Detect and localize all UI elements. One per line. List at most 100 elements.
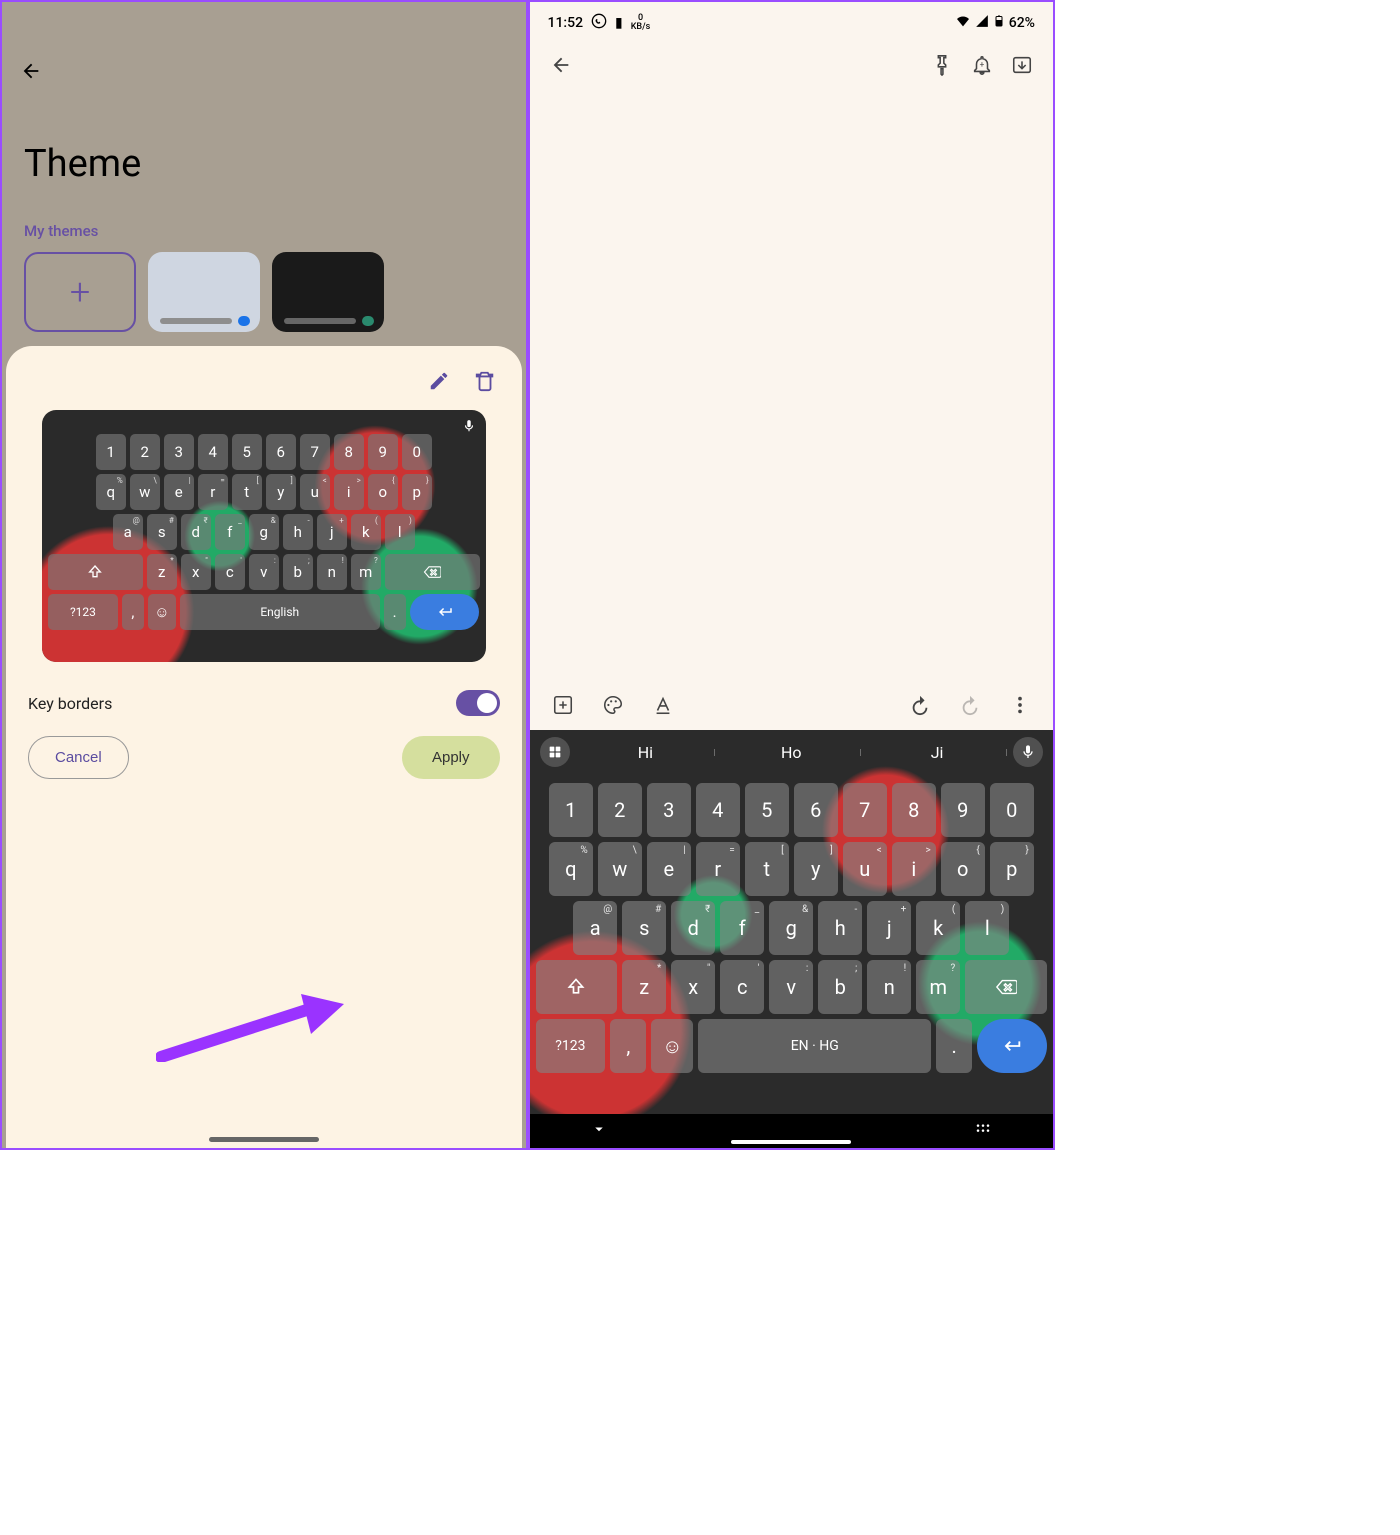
text-format-icon[interactable] [652, 694, 674, 720]
key-v[interactable]: v: [249, 554, 279, 590]
key-r[interactable]: r= [198, 474, 228, 510]
emoji-key[interactable]: ☺ [651, 1019, 693, 1073]
key-8[interactable]: 8 [892, 783, 936, 837]
nav-keyboard-icon[interactable] [973, 1119, 993, 1143]
key-1[interactable]: 1 [96, 434, 126, 470]
key-n[interactable]: n! [317, 554, 347, 590]
space-key[interactable]: EN · HG [698, 1019, 931, 1073]
key-d[interactable]: d₹ [181, 514, 211, 550]
key-3[interactable]: 3 [164, 434, 194, 470]
key-0[interactable]: 0 [402, 434, 432, 470]
theme-dark[interactable] [272, 252, 384, 332]
suggestion-3[interactable]: Ji [867, 743, 1007, 762]
shift-key[interactable] [536, 960, 618, 1014]
key-d[interactable]: d₹ [671, 901, 715, 955]
key-s[interactable]: s# [622, 901, 666, 955]
backspace-key[interactable] [385, 554, 480, 590]
shift-key[interactable] [48, 554, 143, 590]
key-m[interactable]: m? [351, 554, 381, 590]
key-i[interactable]: i> [892, 842, 936, 896]
key-q[interactable]: q% [549, 842, 593, 896]
back-button[interactable] [20, 60, 42, 82]
key-8[interactable]: 8 [334, 434, 364, 470]
emoji-key[interactable]: ☺ [148, 594, 176, 630]
key-1[interactable]: 1 [549, 783, 593, 837]
key-f[interactable]: f_ [720, 901, 764, 955]
key-l[interactable]: l) [385, 514, 415, 550]
key-y[interactable]: y] [794, 842, 838, 896]
key-w[interactable]: w\ [130, 474, 160, 510]
key-i[interactable]: i> [334, 474, 364, 510]
key-m[interactable]: m? [916, 960, 960, 1014]
key-9[interactable]: 9 [368, 434, 398, 470]
comma-key[interactable]: , [122, 594, 144, 630]
keyboard-menu-icon[interactable] [540, 737, 570, 767]
key-y[interactable]: y] [266, 474, 296, 510]
key-c[interactable]: c' [720, 960, 764, 1014]
suggestion-2[interactable]: Ho [721, 743, 861, 762]
key-h[interactable]: h- [818, 901, 862, 955]
key-t[interactable]: t[ [232, 474, 262, 510]
cancel-button[interactable]: Cancel [28, 736, 129, 779]
key-g[interactable]: g& [249, 514, 279, 550]
key-u[interactable]: u< [300, 474, 330, 510]
apply-button[interactable]: Apply [402, 736, 500, 779]
key-p[interactable]: p} [402, 474, 432, 510]
key-g[interactable]: g& [769, 901, 813, 955]
period-key[interactable]: . [384, 594, 406, 630]
key-o[interactable]: o{ [941, 842, 985, 896]
undo-icon[interactable] [909, 694, 931, 720]
space-key[interactable]: English [180, 594, 380, 630]
key-2[interactable]: 2 [598, 783, 642, 837]
key-x[interactable]: x" [671, 960, 715, 1014]
archive-icon[interactable] [1011, 54, 1033, 80]
key-u[interactable]: u< [843, 842, 887, 896]
backspace-key[interactable] [965, 960, 1047, 1014]
key-4[interactable]: 4 [696, 783, 740, 837]
key-2[interactable]: 2 [130, 434, 160, 470]
pin-icon[interactable] [931, 54, 953, 80]
enter-key[interactable] [977, 1019, 1047, 1073]
key-j[interactable]: j+ [317, 514, 347, 550]
key-j[interactable]: j+ [867, 901, 911, 955]
key-q[interactable]: q% [96, 474, 126, 510]
more-icon[interactable] [1009, 694, 1031, 720]
key-a[interactable]: a@ [113, 514, 143, 550]
key-7[interactable]: 7 [843, 783, 887, 837]
key-9[interactable]: 9 [941, 783, 985, 837]
key-r[interactable]: r= [696, 842, 740, 896]
key-a[interactable]: a@ [573, 901, 617, 955]
symbols-key[interactable]: ?123 [536, 1019, 606, 1073]
key-v[interactable]: v: [769, 960, 813, 1014]
key-o[interactable]: o{ [368, 474, 398, 510]
key-4[interactable]: 4 [198, 434, 228, 470]
add-theme-button[interactable]: + [24, 252, 136, 332]
reminder-icon[interactable]: + [971, 54, 993, 80]
key-c[interactable]: c' [215, 554, 245, 590]
comma-key[interactable]: , [610, 1019, 646, 1073]
key-e[interactable]: e| [164, 474, 194, 510]
delete-icon[interactable] [474, 370, 496, 396]
suggestion-1[interactable]: Hi [576, 743, 716, 762]
back-button[interactable] [550, 54, 572, 80]
add-icon[interactable] [552, 694, 574, 720]
key-0[interactable]: 0 [990, 783, 1034, 837]
symbols-key[interactable]: ?123 [48, 594, 118, 630]
key-3[interactable]: 3 [647, 783, 691, 837]
key-z[interactable]: z* [622, 960, 666, 1014]
mic-icon[interactable] [1013, 737, 1043, 767]
key-5[interactable]: 5 [232, 434, 262, 470]
key-5[interactable]: 5 [745, 783, 789, 837]
key-b[interactable]: b; [818, 960, 862, 1014]
key-k[interactable]: k( [351, 514, 381, 550]
key-b[interactable]: b; [283, 554, 313, 590]
key-x[interactable]: x" [181, 554, 211, 590]
key-w[interactable]: w\ [598, 842, 642, 896]
nav-collapse-icon[interactable] [590, 1120, 608, 1142]
key-e[interactable]: e| [647, 842, 691, 896]
theme-light[interactable] [148, 252, 260, 332]
key-f[interactable]: f_ [215, 514, 245, 550]
key-h[interactable]: h- [283, 514, 313, 550]
key-s[interactable]: s# [147, 514, 177, 550]
key-t[interactable]: t[ [745, 842, 789, 896]
